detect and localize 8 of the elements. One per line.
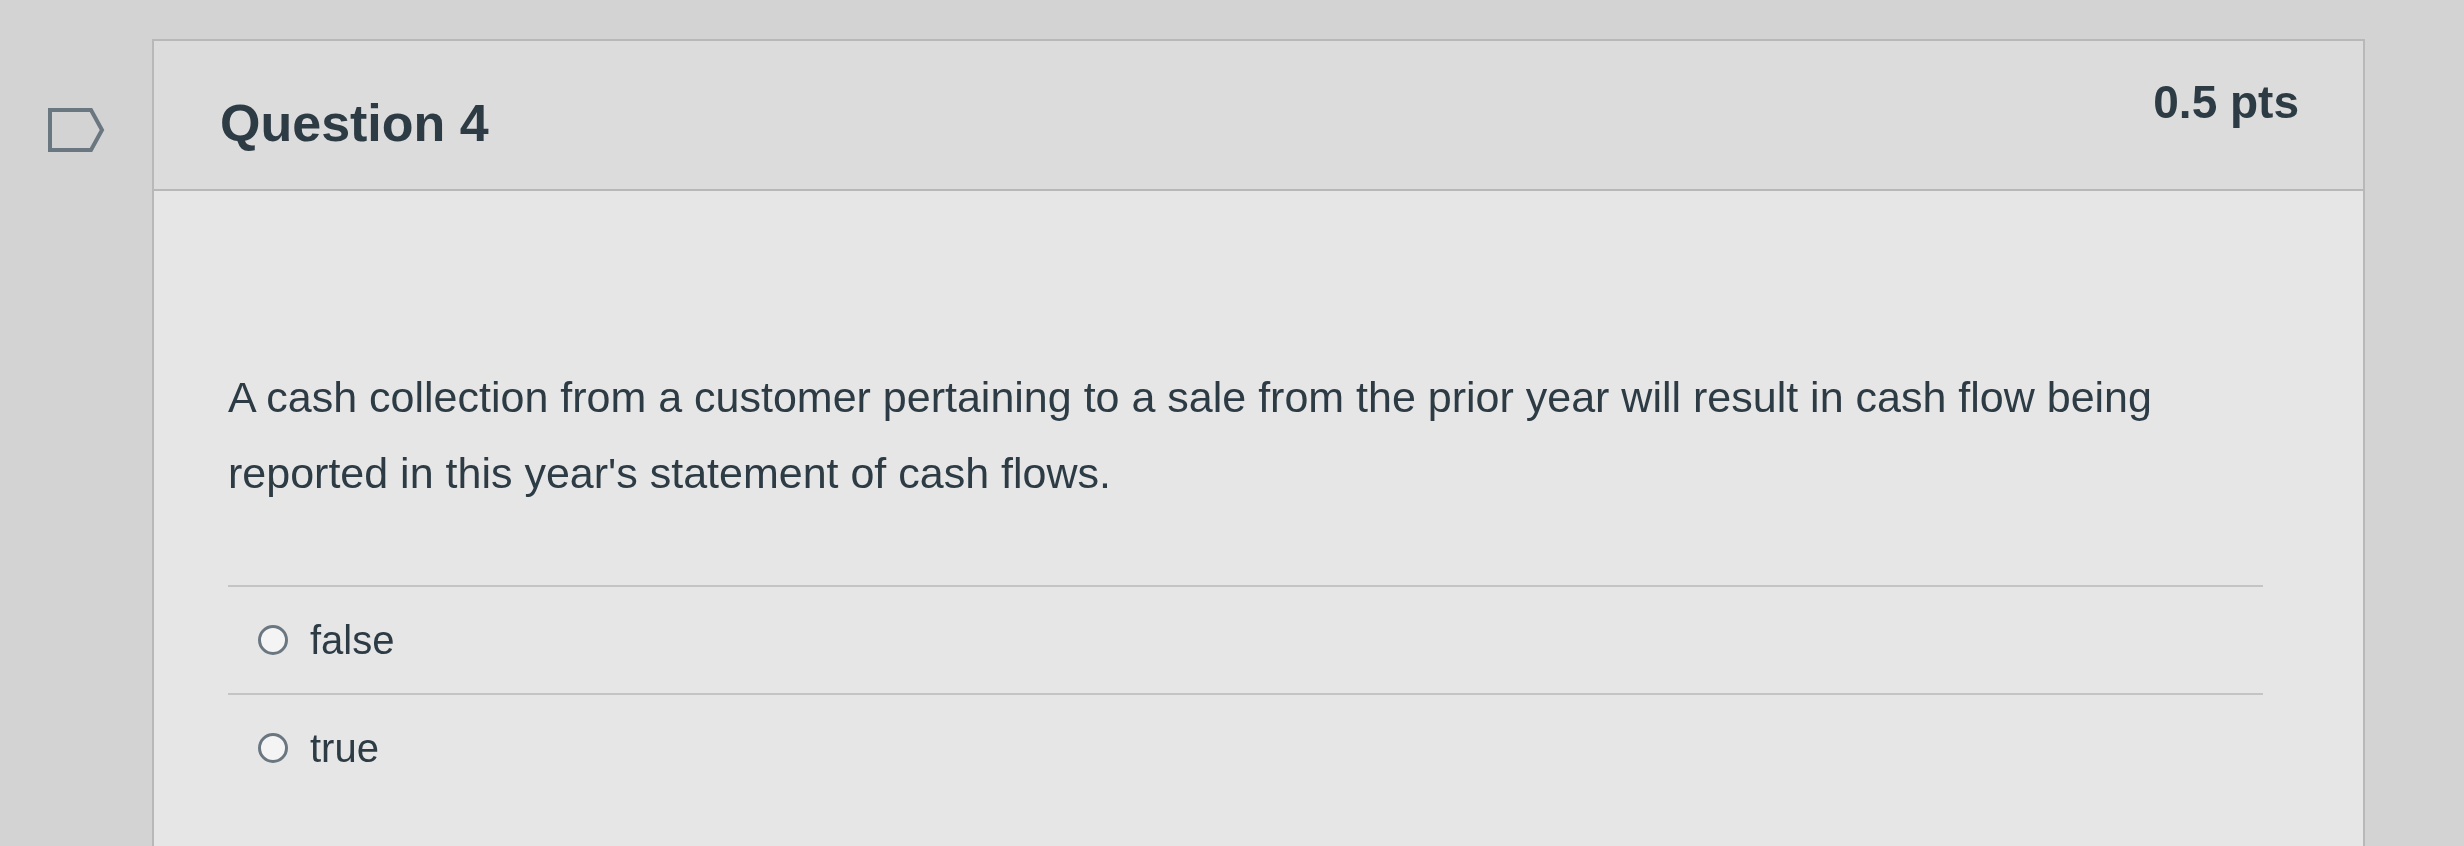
radio-button[interactable] — [258, 733, 288, 763]
question-text: A cash collection from a customer pertaining to a sale from the prior year will result in cash flow being reported in this year's statement of cash flows. — [228, 372, 2153, 499]
question-points: 0.5 pts — [2153, 75, 2299, 130]
flag-icon[interactable] — [47, 107, 105, 153]
answer-label[interactable]: true — [310, 725, 379, 771]
radio-button[interactable] — [258, 625, 288, 655]
question-title: Question 4 — [220, 93, 489, 154]
answer-label[interactable]: false — [310, 617, 395, 663]
